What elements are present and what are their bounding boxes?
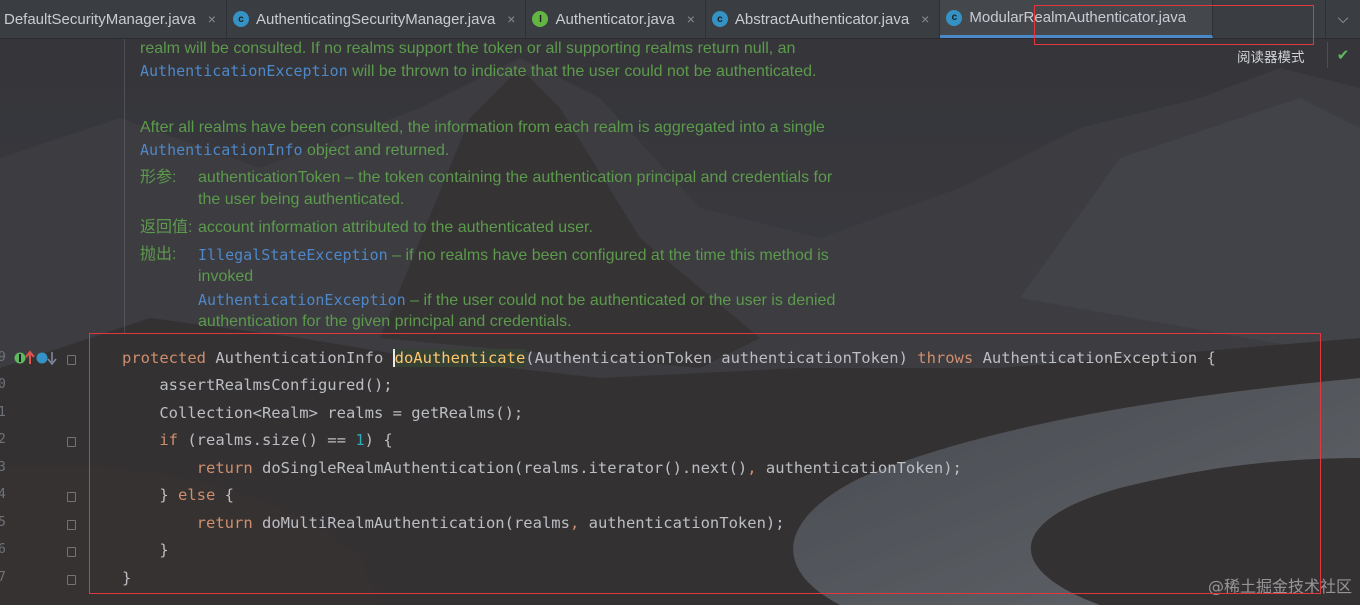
class-icon: c <box>232 11 249 27</box>
class-icon: c <box>946 9 963 26</box>
inspection-ok-check-icon[interactable]: ✔ <box>1327 42 1358 68</box>
close-icon[interactable]: × <box>687 11 695 27</box>
params-text: the user being authenticated. <box>198 191 405 208</box>
doc-text: object and returned. <box>302 142 450 159</box>
doc-code-ref[interactable]: AuthenticationException <box>140 62 348 80</box>
fold-marker-icon[interactable] <box>67 492 76 502</box>
doc-line: AuthenticationException will be thrown t… <box>140 60 816 83</box>
tab-default-security-manager[interactable]: DefaultSecurityManager.java × <box>0 0 227 38</box>
doc-comment-bar <box>124 38 125 333</box>
fold-marker-icon[interactable] <box>67 575 76 585</box>
doc-code-ref[interactable]: IllegalStateException <box>198 246 388 264</box>
line-number: 4 <box>0 487 6 502</box>
implements-icon[interactable] <box>14 352 26 364</box>
tab-overflow-chevron-icon[interactable]: ⌵ <box>1325 0 1360 38</box>
interface-icon: I <box>532 11 549 27</box>
tab-abstract-authenticator[interactable]: c AbstractAuthenticator.java × <box>706 0 941 38</box>
doc-code-ref[interactable]: AuthenticationInfo <box>140 141 303 159</box>
throws-entry: AuthenticationException – if the user co… <box>198 289 835 312</box>
highlight-box-tab <box>1034 5 1314 45</box>
line-number: 3 <box>0 460 6 475</box>
tab-label: Authenticator.java <box>555 10 675 28</box>
doc-text: – if no realms have been configured at t… <box>387 247 829 264</box>
line-number: 2 <box>0 432 6 447</box>
reader-mode-toggle[interactable]: 阅读器模式 <box>1237 46 1305 66</box>
line-number: 5 <box>0 515 6 530</box>
line-number: 0 <box>0 377 6 392</box>
params-label: 形参: <box>140 169 177 186</box>
line-number: 1 <box>0 405 6 420</box>
doc-line: AuthenticationInfo object and returned. <box>140 139 449 162</box>
close-icon[interactable]: × <box>507 11 515 27</box>
doc-line: After all realms have been consulted, th… <box>140 119 825 136</box>
fold-marker-icon[interactable] <box>67 437 76 447</box>
throws-text: invoked <box>198 268 254 285</box>
line-number: 7 <box>0 570 6 585</box>
line-number: 9 <box>0 350 6 365</box>
overrides-up-arrow-icon[interactable] <box>25 350 35 364</box>
doc-code-ref[interactable]: AuthenticationException <box>198 291 406 309</box>
highlight-box-method <box>89 333 1321 594</box>
params-text: authenticationToken – the token containi… <box>198 169 833 186</box>
close-icon[interactable]: × <box>208 11 216 27</box>
gutter-markers <box>14 350 57 366</box>
fold-marker-icon[interactable] <box>67 547 76 557</box>
fold-marker-icon[interactable] <box>67 355 76 365</box>
line-number: 6 <box>0 542 6 557</box>
throws-entry: IllegalStateException – if no realms hav… <box>198 244 829 267</box>
doc-line: realm will be consulted. If no realms su… <box>140 40 796 57</box>
overridden-icon[interactable] <box>36 352 57 366</box>
class-icon: c <box>711 11 728 27</box>
doc-text: will be thrown to indicate that the user… <box>347 63 817 80</box>
doc-text: – if the user could not be authenticated… <box>405 292 836 309</box>
tab-authenticating-security-manager[interactable]: c AuthenticatingSecurityManager.java × <box>227 0 527 38</box>
close-icon[interactable]: × <box>921 11 929 27</box>
tab-label: AbstractAuthenticator.java <box>734 10 910 28</box>
throws-label: 抛出: <box>140 246 177 263</box>
tab-label: DefaultSecurityManager.java <box>4 10 196 28</box>
returns-text: account information attributed to the au… <box>198 219 593 236</box>
tab-authenticator[interactable]: I Authenticator.java × <box>526 0 706 38</box>
fold-marker-icon[interactable] <box>67 520 76 530</box>
returns-label: 返回值: <box>140 219 193 236</box>
throws-text: authentication for the given principal a… <box>198 313 572 330</box>
tab-label: AuthenticatingSecurityManager.java <box>255 10 496 28</box>
